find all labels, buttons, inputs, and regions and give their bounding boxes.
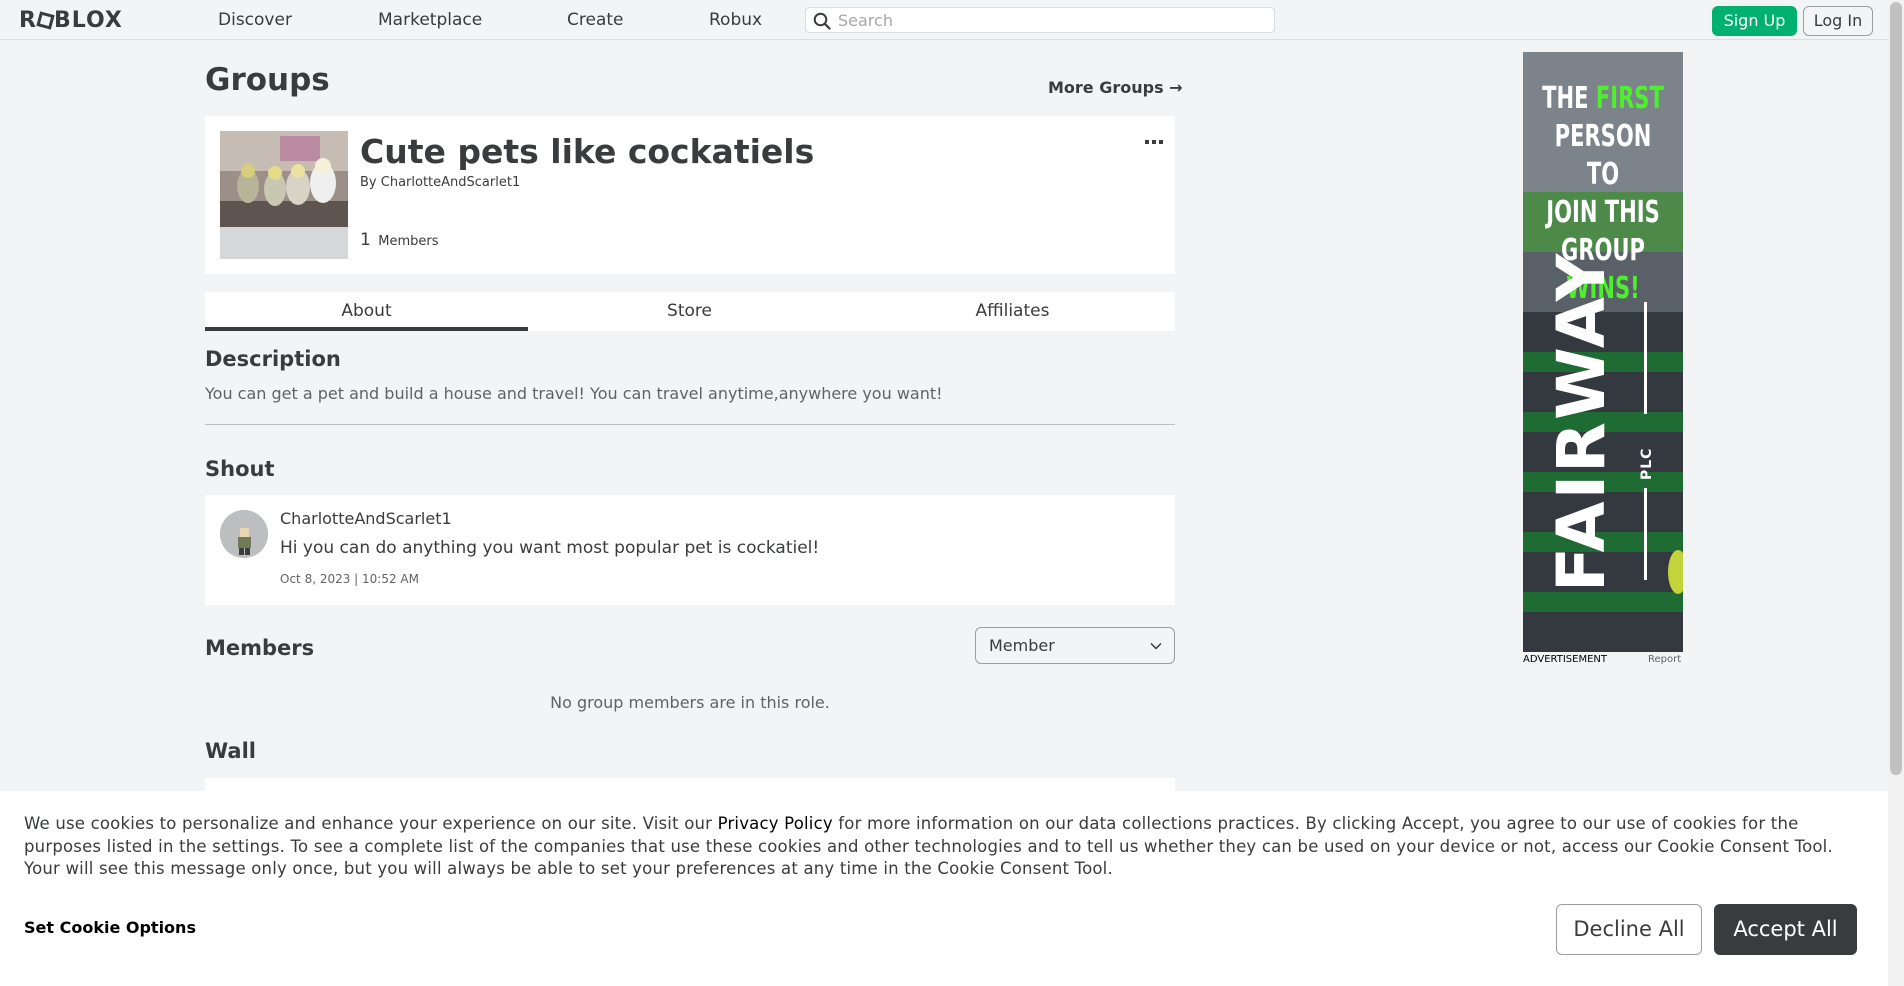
more-groups-link[interactable]: More Groups → <box>1048 78 1183 97</box>
more-options-icon[interactable] <box>1145 130 1163 151</box>
privacy-policy-link[interactable]: Privacy Policy <box>718 814 833 833</box>
divider <box>205 424 1175 425</box>
tab-store[interactable]: Store <box>528 292 851 331</box>
avatar[interactable] <box>220 510 268 558</box>
ad-divider-bottom <box>1644 488 1647 580</box>
group-owner-line: By CharlotteAndScarlet1 <box>360 175 520 190</box>
description-text: You can get a pet and build a house and … <box>205 384 943 403</box>
ad-headline-green-1: FIRST <box>1595 81 1664 116</box>
page-title: Groups <box>205 62 330 98</box>
ad-headline-line-1: THE <box>1542 81 1596 116</box>
search-icon[interactable] <box>813 12 831 30</box>
roblox-logo[interactable]: R BLOX <box>19 8 123 33</box>
cookie-consent-banner: We use cookies to personalize and enhanc… <box>0 791 1888 986</box>
nav-discover-link[interactable]: Discover <box>218 10 292 30</box>
role-select-value: Member <box>989 636 1055 655</box>
tab-affiliates[interactable]: Affiliates <box>851 292 1174 331</box>
page-scrollbar[interactable] <box>1888 0 1904 986</box>
tab-about[interactable]: About <box>205 292 528 331</box>
cookie-consent-text: We use cookies to personalize and enhanc… <box>24 813 1864 881</box>
by-prefix: By <box>360 175 377 190</box>
advertisement-banner[interactable]: THE FIRST PERSON TO JOIN THIS GROUP WINS… <box>1523 52 1683 652</box>
no-members-message: No group members are in this role. <box>550 693 830 712</box>
group-header-card: Cute pets like cockatiels By CharlotteAn… <box>205 116 1175 274</box>
shout-user-link[interactable]: CharlotteAndScarlet1 <box>280 509 452 528</box>
member-count-label: Members <box>378 234 439 249</box>
log-in-button[interactable]: Log In <box>1803 6 1873 36</box>
shout-timestamp: Oct 8, 2023 | 10:52 AM <box>280 572 419 586</box>
ad-brand-suffix: PLC <box>1639 447 1655 480</box>
shout-message: Hi you can do anything you want most pop… <box>280 538 820 558</box>
group-tabs: About Store Affiliates <box>205 292 1175 331</box>
nav-create-link[interactable]: Create <box>567 10 624 30</box>
group-name: Cute pets like cockatiels <box>360 132 815 171</box>
scrollbar-thumb[interactable] <box>1890 2 1902 775</box>
top-navigation-bar: R BLOX Discover Marketplace Create Robux … <box>0 0 1888 40</box>
description-title: Description <box>205 347 341 371</box>
search-input[interactable] <box>838 10 1258 30</box>
accept-all-button[interactable]: Accept All <box>1714 904 1857 955</box>
wall-title: Wall <box>205 739 256 763</box>
search-box <box>805 7 1275 33</box>
member-count: 1 Members <box>360 230 438 250</box>
decline-all-button[interactable]: Decline All <box>1556 904 1702 955</box>
chevron-down-icon <box>1150 642 1162 650</box>
ad-brand-name: FAIRWAY <box>1543 251 1620 592</box>
nav-marketplace-link[interactable]: Marketplace <box>378 10 482 30</box>
sign-up-button[interactable]: Sign Up <box>1712 6 1797 36</box>
cookie-text-before: We use cookies to personalize and enhanc… <box>24 814 718 833</box>
ad-headline-line-2: PERSON TO <box>1554 119 1652 192</box>
shout-title: Shout <box>205 457 275 481</box>
ad-headline-line-3: JOIN THIS <box>1546 195 1660 230</box>
group-thumbnail <box>220 131 348 259</box>
role-select-dropdown[interactable]: Member <box>975 627 1175 664</box>
set-cookie-options-link[interactable]: Set Cookie Options <box>24 918 196 937</box>
nav-robux-link[interactable]: Robux <box>709 10 762 30</box>
ad-report-link[interactable]: Report <box>1648 654 1681 665</box>
ad-divider-top <box>1644 302 1647 414</box>
member-count-value: 1 <box>360 230 371 250</box>
group-owner-link[interactable]: CharlotteAndScarlet1 <box>381 175 520 190</box>
advertisement-label: ADVERTISEMENT <box>1523 654 1608 665</box>
shout-card: CharlotteAndScarlet1 Hi you can do anyth… <box>205 495 1175 605</box>
members-title: Members <box>205 636 315 660</box>
